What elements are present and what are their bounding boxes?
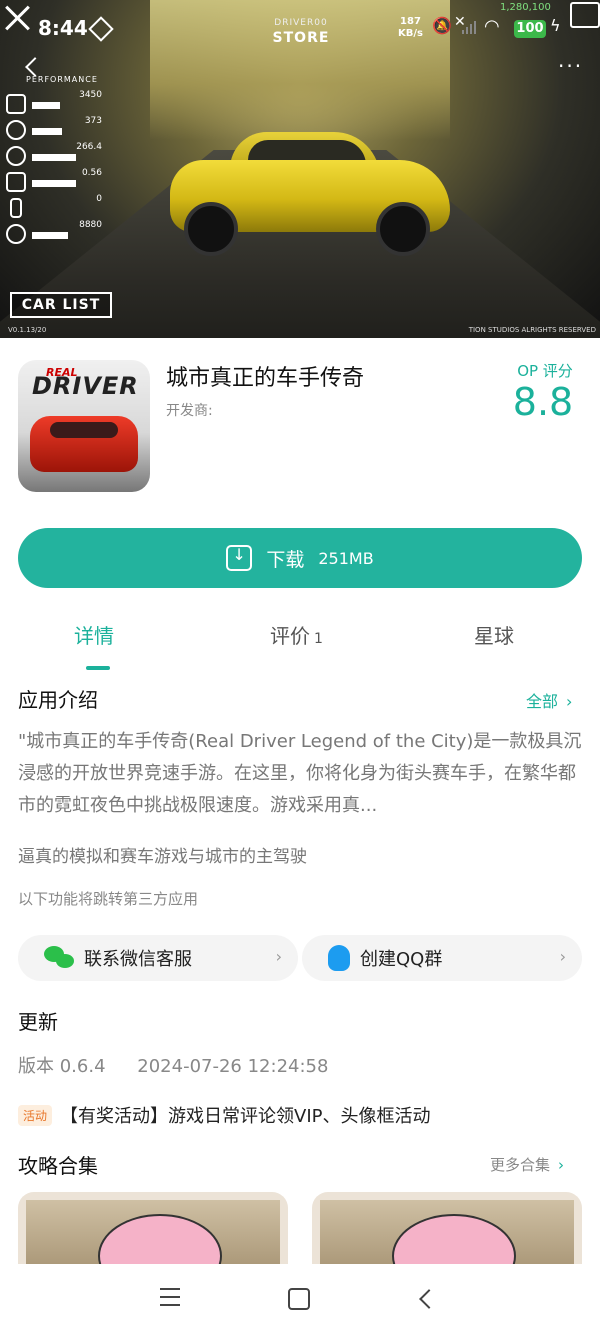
perf-row: 373 <box>6 116 102 142</box>
app-title: 城市真正的车手传奇 <box>166 366 365 391</box>
third-party-note: 以下功能将跳转第三方应用 <box>18 890 199 908</box>
system-navbar <box>0 1264 600 1333</box>
rating-score: 8.8 <box>512 380 574 424</box>
back-icon[interactable] <box>25 57 45 77</box>
store-label[interactable]: STORE <box>264 30 338 46</box>
intro-title: 应用介绍 <box>18 688 98 712</box>
perf-row: 8880 <box>6 220 102 246</box>
promo-row[interactable]: 活动 【有奖活动】游戏日常评论领VIP、头像框活动 <box>18 1102 431 1128</box>
update-date: 2024-07-26 12:24:58 <box>137 1056 329 1077</box>
perf-row: 266.4 <box>6 142 102 168</box>
update-meta: 版本 0.6.4 2024-07-26 12:24:58 <box>18 1052 328 1078</box>
tab-indicator <box>86 666 110 670</box>
hero-yellow-car <box>170 132 450 256</box>
guides-title: 攻略合集 <box>18 1154 98 1178</box>
perf-row: 0.56 <box>6 168 102 194</box>
more-icon[interactable]: ··· <box>558 54 583 78</box>
signal-icon <box>462 20 476 34</box>
download-label: 下载 <box>266 548 305 571</box>
wechat-service-button[interactable]: 联系微信客服 › <box>18 935 298 981</box>
mute-bell-icon: 🔕 <box>432 16 452 35</box>
download-size: 251MB <box>318 548 374 568</box>
brand-small: DRIVER00 <box>274 18 328 28</box>
cart-icon[interactable] <box>570 2 600 28</box>
performance-title: PERFORMANCE <box>26 75 98 84</box>
tab-planet[interactable]: 星球 <box>474 620 514 649</box>
chevron-right-icon: › <box>558 1156 565 1174</box>
chevron-right-icon: › <box>566 692 573 711</box>
net-speed: 187 KB/s <box>398 16 423 39</box>
grid-icon <box>88 16 114 42</box>
tab-bar: 详情 评价 1 星球 <box>0 620 600 670</box>
menu-icon[interactable] <box>160 1288 180 1312</box>
rating-label: OP 评分 <box>517 362 573 380</box>
money-display: 1,280,100 <box>500 2 551 13</box>
app-icon[interactable]: REAL DRIVER <box>18 360 150 492</box>
intro-all-link[interactable]: 全部 › <box>526 688 572 712</box>
red-car-image <box>30 416 138 472</box>
tab-details[interactable]: 详情 <box>74 620 114 649</box>
close-icon[interactable] <box>4 4 32 32</box>
home-icon[interactable] <box>288 1288 310 1310</box>
back-nav-icon[interactable] <box>419 1289 439 1309</box>
promo-text: 【有奖活动】游戏日常评论领VIP、头像框活动 <box>60 1106 431 1127</box>
chevron-right-icon: › <box>275 947 282 966</box>
chevron-right-icon: › <box>559 947 566 966</box>
intro-description[interactable]: "城市真正的车手传奇(Real Driver Legend of the Cit… <box>18 726 584 822</box>
hero-screenshot[interactable]: 8:44 DRIVER00 STORE 187 KB/s 🔕 ✕ ◠ 1,280… <box>0 0 600 338</box>
intro-tagline: 逼真的模拟和赛车游戏与城市的主驾驶 <box>18 847 307 867</box>
update-version: 版本 0.6.4 <box>18 1056 106 1077</box>
wifi-icon: ◠ <box>484 16 500 37</box>
game-version: V0.1.13/20 <box>8 326 47 334</box>
promo-badge: 活动 <box>18 1104 53 1126</box>
guide-card[interactable] <box>18 1192 288 1264</box>
car-list-button[interactable]: CAR LIST <box>10 292 112 318</box>
download-icon <box>226 545 253 571</box>
battery-indicator: 100 <box>514 20 546 38</box>
developer-label: 开发商: <box>166 403 213 419</box>
qq-group-button[interactable]: 创建QQ群 › <box>302 935 582 981</box>
qq-icon <box>328 945 350 971</box>
copyright: TION STUDIOS ALRIGHTS RESERVED <box>468 326 596 334</box>
update-title: 更新 <box>18 1010 58 1034</box>
bolt-icon: ϟ <box>550 16 561 35</box>
guides-more-link[interactable]: 更多合集 › <box>490 1154 564 1175</box>
perf-row: 3450 <box>6 90 102 116</box>
perf-row: 0 <box>6 194 102 220</box>
tab-reviews[interactable]: 评价 1 <box>270 620 323 649</box>
status-time: 8:44 <box>38 16 88 40</box>
wechat-icon <box>44 946 74 970</box>
download-button[interactable]: 下载 251MB <box>18 528 582 588</box>
qq-label: 创建QQ群 <box>360 949 443 970</box>
wechat-label: 联系微信客服 <box>84 949 192 970</box>
guide-card[interactable] <box>312 1192 582 1264</box>
